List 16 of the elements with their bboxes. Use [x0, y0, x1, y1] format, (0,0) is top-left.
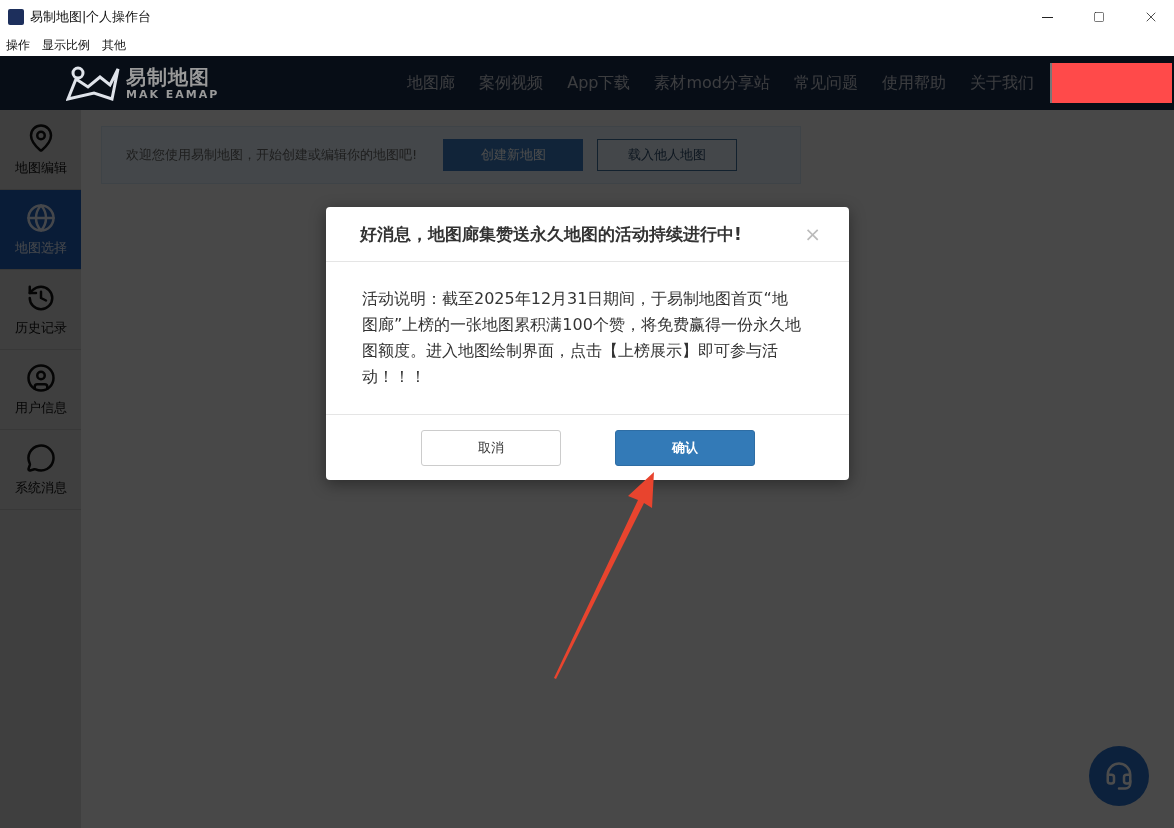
dialog-message: 活动说明：截至2025年12月31日期间，于易制地图首页“地图廊”上榜的一张地图累积满100个赞，将免费赢得一份永久地图额度。进入地图绘制界面，点击【上榜展示】即可参与活动！！！: [326, 262, 849, 415]
menu-item[interactable]: 其他: [102, 36, 126, 54]
menu-item[interactable]: 操作: [6, 36, 30, 54]
logo-text: 易制地图: [126, 66, 211, 87]
ad-banner-image[interactable]: [1050, 63, 1172, 103]
minimize-icon: [1041, 16, 1053, 18]
dialog-title: 好消息，地图廊集赞送永久地图的活动持续进行中!: [360, 222, 743, 246]
logo-subtext: MAK EAMAP: [126, 88, 220, 100]
window-title: 易制地图|个人操作台: [30, 8, 153, 26]
app-icon: [8, 9, 24, 25]
menu-item[interactable]: 显示比例: [42, 36, 90, 54]
logo-icon: [66, 65, 120, 101]
cancel-button[interactable]: 取消: [420, 429, 561, 466]
maximize-icon: [1093, 11, 1105, 23]
close-button[interactable]: ×: [800, 222, 825, 246]
confirm-button[interactable]: 确认: [614, 429, 755, 466]
